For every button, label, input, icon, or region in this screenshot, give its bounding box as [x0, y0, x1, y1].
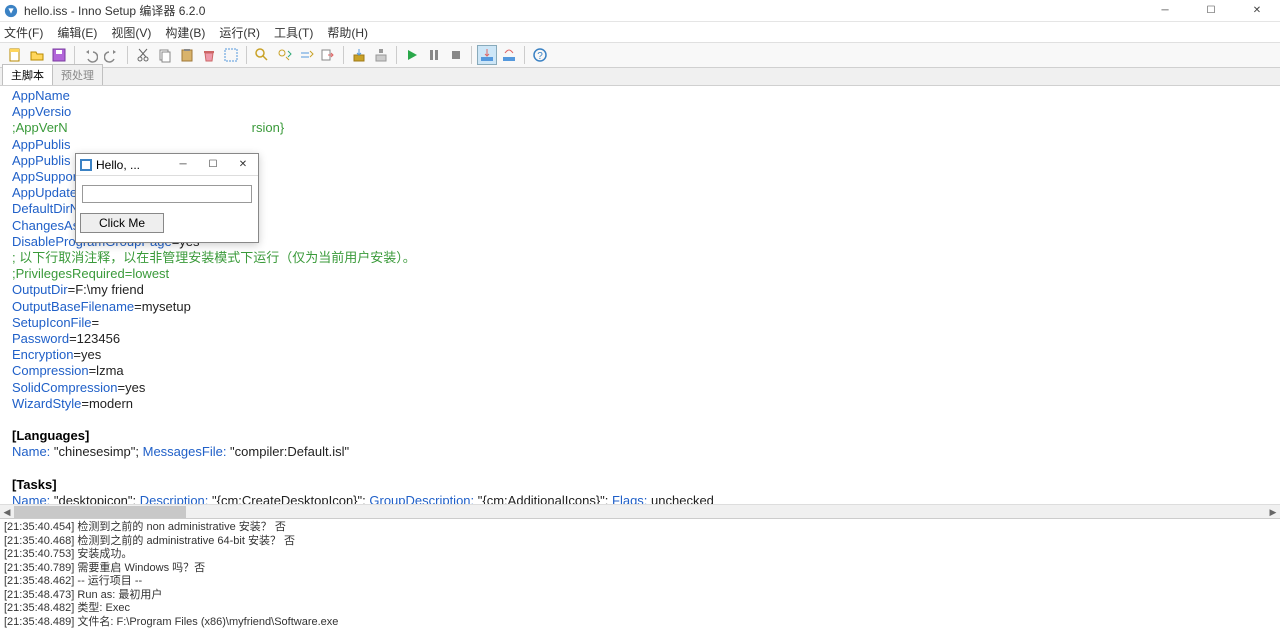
find-next-icon[interactable] — [274, 45, 294, 65]
popup-titlebar[interactable]: Hello, ... ─ ☐ ✕ — [76, 154, 258, 176]
scroll-left-icon[interactable]: ◀ — [0, 505, 14, 519]
tab-preprocess[interactable]: 预处理 — [52, 64, 103, 85]
click-me-button[interactable]: Click Me — [80, 213, 164, 233]
save-icon[interactable] — [49, 45, 69, 65]
output-panel[interactable]: [21:35:40.454] 检测到之前的 non administrative… — [0, 518, 1280, 631]
find-icon[interactable] — [252, 45, 272, 65]
cut-icon[interactable] — [133, 45, 153, 65]
code-editor[interactable]: AppName AppVersio ;AppVerNrsion} AppPubl… — [0, 86, 1280, 518]
redo-icon[interactable] — [102, 45, 122, 65]
step-into-icon[interactable] — [477, 45, 497, 65]
hello-popup: Hello, ... ─ ☐ ✕ Click Me — [75, 153, 259, 243]
menu-help[interactable]: 帮助(H) — [327, 24, 368, 41]
menu-build[interactable]: 构建(B) — [165, 24, 205, 41]
svg-text:?: ? — [537, 51, 543, 62]
goto-icon[interactable] — [318, 45, 338, 65]
menu-file[interactable]: 文件(F) — [4, 24, 43, 41]
paste-icon[interactable] — [177, 45, 197, 65]
pause-icon[interactable] — [424, 45, 444, 65]
popup-minimize-button[interactable]: ─ — [168, 154, 198, 176]
menu-tools[interactable]: 工具(T) — [274, 24, 313, 41]
undo-icon[interactable] — [80, 45, 100, 65]
popup-text-input[interactable] — [82, 185, 252, 203]
menu-edit[interactable]: 编辑(E) — [57, 24, 97, 41]
editor-area: AppName AppVersio ;AppVerNrsion} AppPubl… — [0, 86, 1280, 518]
popup-close-button[interactable]: ✕ — [228, 154, 258, 176]
open-icon[interactable] — [27, 45, 47, 65]
minimize-button[interactable]: ─ — [1142, 0, 1188, 22]
new-icon[interactable] — [5, 45, 25, 65]
popup-title: Hello, ... — [96, 158, 168, 172]
scrollbar-thumb[interactable] — [14, 506, 186, 518]
step-over-icon[interactable] — [499, 45, 519, 65]
menu-run[interactable]: 运行(R) — [219, 24, 260, 41]
popup-app-icon — [80, 159, 92, 171]
tab-main-script[interactable]: 主脚本 — [2, 64, 53, 85]
horizontal-scrollbar[interactable]: ◀ ▶ — [0, 504, 1280, 518]
toolbar: ? — [0, 42, 1280, 68]
copy-icon[interactable] — [155, 45, 175, 65]
close-button[interactable]: ✕ — [1234, 0, 1280, 22]
stop-compile-icon[interactable] — [371, 45, 391, 65]
menu-bar: 文件(F) 编辑(E) 视图(V) 构建(B) 运行(R) 工具(T) 帮助(H… — [0, 22, 1280, 42]
window-title: hello.iss - Inno Setup 编译器 6.2.0 — [24, 2, 1142, 19]
app-icon — [4, 4, 18, 18]
popup-maximize-button[interactable]: ☐ — [198, 154, 228, 176]
replace-icon[interactable] — [296, 45, 316, 65]
maximize-button[interactable]: ☐ — [1188, 0, 1234, 22]
document-tabs: 主脚本 预处理 — [0, 68, 1280, 86]
menu-view[interactable]: 视图(V) — [111, 24, 151, 41]
run-icon[interactable] — [402, 45, 422, 65]
scroll-right-icon[interactable]: ▶ — [1266, 505, 1280, 519]
help-icon[interactable]: ? — [530, 45, 550, 65]
compile-icon[interactable] — [349, 45, 369, 65]
title-bar: hello.iss - Inno Setup 编译器 6.2.0 ─ ☐ ✕ — [0, 0, 1280, 22]
delete-icon[interactable] — [199, 45, 219, 65]
select-all-icon[interactable] — [221, 45, 241, 65]
stop-icon[interactable] — [446, 45, 466, 65]
